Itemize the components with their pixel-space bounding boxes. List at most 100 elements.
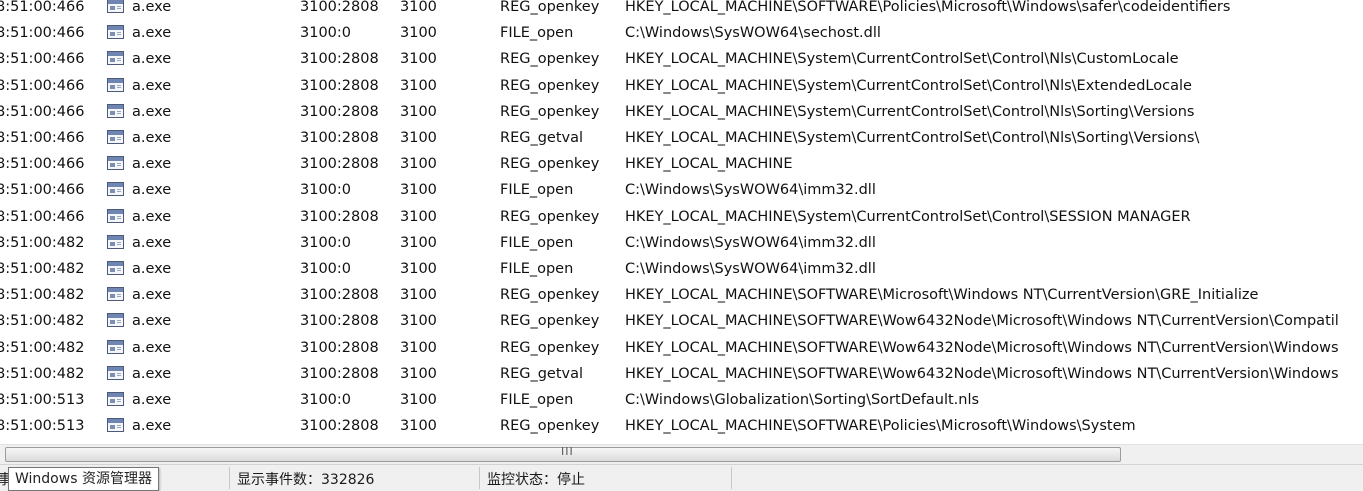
horizontal-scrollbar[interactable]: III xyxy=(0,444,1363,464)
taskbar-tooltip: Windows 资源管理器 xyxy=(8,467,159,491)
event-thread-id: 3100:2808 xyxy=(300,287,379,304)
event-path: HKEY_LOCAL_MACHINE\SOFTWARE\Wow6432Node\… xyxy=(625,365,1339,382)
application-window-icon xyxy=(107,77,124,92)
event-type: FILE_open xyxy=(500,234,574,251)
application-window-icon xyxy=(107,365,124,380)
event-process-id: 3100 xyxy=(400,392,437,408)
event-process: a.exe xyxy=(132,261,172,277)
event-process: a.exe xyxy=(132,287,172,304)
application-window-icon xyxy=(107,365,124,380)
event-thread-id: 3100:2808 xyxy=(300,313,379,330)
event-process: a.exe xyxy=(132,339,172,356)
application-window-icon xyxy=(107,156,124,171)
event-thread-id: 3100:0 xyxy=(300,234,352,251)
event-path: HKEY_LOCAL_MACHINE\SOFTWARE\Wow6432Node\… xyxy=(625,339,1339,356)
application-window-icon xyxy=(107,25,124,40)
event-thread-id: 3100:2808 xyxy=(300,130,379,146)
event-thread-id: 3100:2808 xyxy=(300,156,379,173)
event-row[interactable]: 8:51:00:482 a.exe 3100:2808 3100 REG_openkey… xyxy=(0,282,1363,308)
event-type: REG_openkey xyxy=(500,77,600,94)
event-time: 8:51:00:513 xyxy=(0,418,85,435)
event-row[interactable]: 8:51:00:466 a.exe 3100:2808 3100 REG_openkey… xyxy=(0,151,1363,177)
event-thread-id: 3100:2808 xyxy=(300,77,379,94)
event-process-id: 3100 xyxy=(400,182,437,199)
event-row[interactable]: 8:51:00:513 a.exe 3100:2808 3100 REG_openkey… xyxy=(0,413,1363,439)
event-time: 8:51:00:482 xyxy=(0,287,85,304)
event-process: a.exe xyxy=(132,365,172,382)
event-type: REG_openkey xyxy=(500,339,600,356)
event-time: 8:51:00:466 xyxy=(0,51,85,68)
event-time: 8:51:00:482 xyxy=(0,234,85,251)
application-window-icon xyxy=(107,0,124,13)
application-window-icon xyxy=(107,313,124,328)
event-type: REG_openkey xyxy=(500,418,600,435)
event-process: a.exe xyxy=(132,208,172,225)
event-time: 8:51:00:466 xyxy=(0,77,85,94)
status-bar: 事 显示事件数：332826 监控状态：停止 xyxy=(0,464,1363,491)
event-thread-id: 3100:0 xyxy=(300,261,352,277)
monitor-window: 8:51:00:466 a.exe 3100:2808 3100 REG_openkey… xyxy=(0,0,1363,491)
event-time: 8:51:00:466 xyxy=(0,103,85,120)
event-time: 8:51:00:466 xyxy=(0,156,85,173)
application-window-icon xyxy=(107,51,124,66)
horizontal-scrollbar-thumb[interactable]: III xyxy=(5,445,1121,462)
event-type: REG_openkey xyxy=(500,103,600,120)
event-row[interactable]: 8:51:00:466 a.exe 3100:2808 3100 REG_openkey… xyxy=(0,204,1363,230)
event-list[interactable]: 8:51:00:466 a.exe 3100:2808 3100 REG_openkey… xyxy=(0,0,1363,444)
application-window-icon xyxy=(107,261,124,275)
event-type: REG_openkey xyxy=(500,51,600,68)
event-row[interactable]: 8:51:00:482 a.exe 3100:2808 3100 REG_getval H… xyxy=(0,361,1363,387)
event-row[interactable]: 8:51:00:482 a.exe 3100:2808 3100 REG_openkey… xyxy=(0,335,1363,361)
event-process: a.exe xyxy=(132,234,172,251)
event-time: 8:51:00:466 xyxy=(0,25,85,42)
event-path: C:\Windows\SysWOW64\sechost.dll xyxy=(625,25,881,42)
event-type: FILE_open xyxy=(500,392,574,408)
application-window-icon xyxy=(107,103,124,118)
event-process-id: 3100 xyxy=(400,339,437,356)
event-row[interactable]: 8:51:00:513 a.exe 3100:0 3100 FILE_open C:\Wi… xyxy=(0,387,1363,413)
application-window-icon xyxy=(107,418,124,433)
event-row[interactable]: 8:51:00:466 a.exe 3100:0 3100 FILE_open C:\Wi… xyxy=(0,20,1363,46)
event-time: 8:51:00:466 xyxy=(0,130,85,146)
event-process: a.exe xyxy=(132,77,172,94)
event-process-id: 3100 xyxy=(400,51,437,68)
application-window-icon xyxy=(107,103,124,118)
event-row[interactable]: 8:51:00:466 a.exe 3100:2808 3100 REG_getval H… xyxy=(0,125,1363,151)
application-window-icon xyxy=(107,234,124,249)
event-thread-id: 3100:2808 xyxy=(300,0,379,15)
event-row[interactable]: 8:51:00:466 a.exe 3100:0 3100 FILE_open C:\Wi… xyxy=(0,177,1363,203)
monitor-state-value: 停止 xyxy=(557,472,585,488)
event-type: FILE_open xyxy=(500,182,574,199)
monitor-state-label: 监控状态： xyxy=(487,472,557,488)
event-path: C:\Windows\SysWOW64\imm32.dll xyxy=(625,182,876,199)
event-row[interactable]: 8:51:00:466 a.exe 3100:2808 3100 REG_openkey… xyxy=(0,73,1363,99)
event-process-id: 3100 xyxy=(400,365,437,382)
application-window-icon xyxy=(107,339,124,354)
event-process-id: 3100 xyxy=(400,103,437,120)
event-count-value: 332826 xyxy=(321,472,375,488)
application-window-icon xyxy=(107,392,124,406)
application-window-icon xyxy=(107,130,124,144)
event-row[interactable]: 8:51:00:482 a.exe 3100:0 3100 FILE_open C:\Wi… xyxy=(0,230,1363,256)
event-process: a.exe xyxy=(132,392,172,408)
event-thread-id: 3100:0 xyxy=(300,25,352,42)
event-row[interactable]: 8:51:00:482 a.exe 3100:0 3100 FILE_open C:\Wi… xyxy=(0,256,1363,282)
event-path: HKEY_LOCAL_MACHINE\SOFTWARE\Policies\Mic… xyxy=(625,418,1136,435)
event-row[interactable]: 8:51:00:466 a.exe 3100:2808 3100 REG_openkey… xyxy=(0,46,1363,72)
event-row[interactable]: 8:51:00:482 a.exe 3100:2808 3100 REG_openkey… xyxy=(0,308,1363,334)
event-path: HKEY_LOCAL_MACHINE\SOFTWARE\Policies\Mic… xyxy=(625,0,1231,15)
event-process: a.exe xyxy=(132,130,172,146)
event-type: REG_openkey xyxy=(500,313,600,330)
application-window-icon xyxy=(107,25,124,40)
application-window-icon xyxy=(107,234,124,249)
event-type: REG_openkey xyxy=(500,0,600,15)
event-row[interactable]: 8:51:00:466 a.exe 3100:2808 3100 REG_openkey… xyxy=(0,0,1363,20)
event-thread-id: 3100:2808 xyxy=(300,103,379,120)
event-path: HKEY_LOCAL_MACHINE\SOFTWARE\Microsoft\Wi… xyxy=(625,287,1259,304)
event-thread-id: 3100:2808 xyxy=(300,365,379,382)
application-window-icon xyxy=(107,392,124,406)
event-process-id: 3100 xyxy=(400,418,437,435)
event-process-id: 3100 xyxy=(400,234,437,251)
event-process-id: 3100 xyxy=(400,313,437,330)
event-row[interactable]: 8:51:00:466 a.exe 3100:2808 3100 REG_openkey… xyxy=(0,99,1363,125)
